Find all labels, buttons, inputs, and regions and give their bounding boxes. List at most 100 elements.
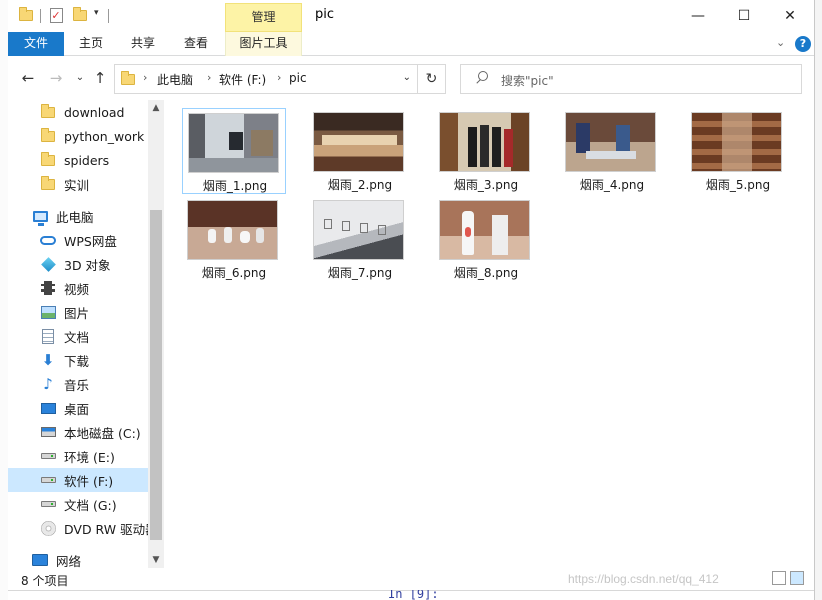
system-drive-icon <box>40 424 56 440</box>
nav-item-music[interactable]: ♪ 音乐 <box>40 372 89 396</box>
nav-item-label: 网络 <box>56 553 82 569</box>
minimize-button[interactable]: — <box>675 0 721 32</box>
chevron-down-icon[interactable]: ⌄ <box>776 36 785 49</box>
forward-arrow-icon[interactable]: → <box>46 68 66 88</box>
nav-item-label: 文档 <box>64 329 90 345</box>
nav-item-shixun[interactable]: 实训 <box>40 172 89 196</box>
up-arrow-icon[interactable]: ↑ <box>90 68 110 88</box>
window-title: pic <box>315 7 335 22</box>
refresh-icon[interactable]: ↻ <box>418 64 446 94</box>
back-arrow-icon[interactable]: ← <box>18 68 38 88</box>
file-tile[interactable]: 烟雨_5.png <box>686 108 790 194</box>
tab-picture-tools[interactable]: 图片工具 <box>225 32 302 56</box>
breadcrumb-this-pc[interactable]: 此电脑 <box>157 71 193 88</box>
folder-icon <box>40 151 56 168</box>
desktop-icon <box>40 400 56 416</box>
file-name: 烟雨_3.png <box>453 178 519 192</box>
nav-item-label: 图片 <box>64 305 90 321</box>
scroll-down-icon[interactable]: ▼ <box>148 552 164 568</box>
details-view-icon[interactable] <box>772 571 786 585</box>
breadcrumb-separator: › <box>143 71 148 84</box>
background-editor-left-strip <box>0 0 8 600</box>
maximize-button[interactable]: ☐ <box>721 0 767 32</box>
chevron-down-icon[interactable]: ⌄ <box>403 72 411 83</box>
customize-quick-access-icon[interactable]: ▾ <box>94 8 99 18</box>
tab-home[interactable]: 主页 <box>68 32 114 56</box>
close-button[interactable]: ✕ <box>767 0 813 32</box>
nav-item-label: download <box>64 104 125 120</box>
nav-item-network[interactable]: 网络 <box>32 548 81 568</box>
video-icon <box>40 280 56 296</box>
nav-item-documents[interactable]: 文档 <box>40 324 89 348</box>
folder-icon <box>121 71 135 85</box>
ribbon-tab-bar: 文件 主页 共享 查看 图片工具 ⌄ ? <box>8 32 814 56</box>
tab-view[interactable]: 查看 <box>173 32 219 56</box>
nav-item-label: 3D 对象 <box>64 257 111 273</box>
background-editor-bottom: In [9]: <box>8 587 814 600</box>
properties-icon[interactable]: ✓ <box>48 7 64 23</box>
nav-item-label: 本地磁盘 (C:) <box>64 425 141 441</box>
nav-item-download[interactable]: download <box>40 100 124 124</box>
breadcrumb-pic[interactable]: pic <box>289 71 307 85</box>
quick-access-divider <box>108 9 109 23</box>
folder-icon <box>18 6 34 23</box>
nav-item-label: 此电脑 <box>56 209 94 225</box>
nav-item-pictures[interactable]: 图片 <box>40 300 89 324</box>
file-explorer-window: ✓ ▾ 管理 pic — ☐ ✕ 文件 主页 共享 查看 图片工具 ⌄ ? ← … <box>8 0 814 590</box>
scroll-up-icon[interactable]: ▲ <box>148 100 164 116</box>
folder-icon <box>40 127 56 144</box>
nav-item-drive-f[interactable]: 软件 (F:) <box>8 468 148 492</box>
nav-item-label: 下载 <box>64 353 90 369</box>
nav-item-videos[interactable]: 视频 <box>40 276 89 300</box>
computer-icon <box>32 208 48 226</box>
nav-item-desktop[interactable]: 桌面 <box>40 396 89 420</box>
tab-share[interactable]: 共享 <box>120 32 166 56</box>
file-tile[interactable]: 烟雨_6.png <box>182 196 286 282</box>
navigation-pane: download python_work spiders 实训 此电脑 WPS网… <box>8 100 164 568</box>
file-name: 烟雨_6.png <box>201 266 267 280</box>
breadcrumb-drive-f[interactable]: 软件 (F:) <box>219 71 266 88</box>
nav-item-python-work[interactable]: python_work <box>40 124 144 148</box>
nav-item-this-pc[interactable]: 此电脑 <box>32 204 94 228</box>
file-name: 烟雨_8.png <box>453 266 519 280</box>
nav-item-3d-objects[interactable]: 3D 对象 <box>40 252 111 276</box>
file-tile[interactable]: 烟雨_3.png <box>434 108 538 194</box>
nav-item-label: DVD RW 驱动器 <box>64 521 158 537</box>
search-box[interactable]: 搜索"pic" <box>460 64 802 94</box>
file-tile[interactable]: 烟雨_2.png <box>308 108 412 194</box>
file-tile[interactable]: 烟雨_8.png <box>434 196 538 282</box>
file-tile[interactable]: 烟雨_4.png <box>560 108 664 194</box>
nav-item-drive-g[interactable]: 文档 (G:) <box>40 492 117 516</box>
file-name: 烟雨_2.png <box>327 178 393 192</box>
file-tile[interactable]: 烟雨_7.png <box>308 196 412 282</box>
tab-file[interactable]: 文件 <box>8 32 64 56</box>
nav-item-downloads[interactable]: ⬇ 下载 <box>40 348 89 372</box>
file-tile[interactable]: 烟雨_1.png <box>182 108 286 194</box>
help-icon[interactable]: ? <box>795 36 811 52</box>
image-thumbnail <box>188 113 279 173</box>
manage-tab[interactable]: 管理 <box>225 3 302 32</box>
folder-icon <box>40 103 56 120</box>
nav-item-drive-e[interactable]: 环境 (E:) <box>40 444 115 468</box>
nav-item-spiders[interactable]: spiders <box>40 148 109 172</box>
nav-item-label: spiders <box>64 152 110 168</box>
nav-item-wps-drive[interactable]: WPS网盘 <box>40 228 117 252</box>
music-icon: ♪ <box>43 375 53 393</box>
recent-locations-icon[interactable]: ⌄ <box>70 68 90 88</box>
nav-item-label: 文档 (G:) <box>64 497 117 513</box>
large-icons-view-icon[interactable] <box>790 571 804 585</box>
image-thumbnail <box>439 112 530 172</box>
file-name: 烟雨_5.png <box>705 178 771 192</box>
image-thumbnail <box>313 112 404 172</box>
nav-item-label: 音乐 <box>64 377 90 393</box>
nav-item-drive-c[interactable]: 本地磁盘 (C:) <box>40 420 141 444</box>
folder-icon <box>40 175 56 192</box>
dvd-icon <box>40 520 56 536</box>
nav-item-label: 实训 <box>64 177 90 193</box>
drive-icon <box>40 472 56 488</box>
address-bar[interactable]: › 此电脑 › 软件 (F:) › pic ⌄ <box>114 64 418 94</box>
item-count: 8 个项目 <box>21 574 69 588</box>
new-folder-icon[interactable] <box>72 6 88 23</box>
scrollbar-thumb[interactable] <box>150 210 162 540</box>
nav-item-dvd-drive[interactable]: DVD RW 驱动器 <box>40 516 158 540</box>
